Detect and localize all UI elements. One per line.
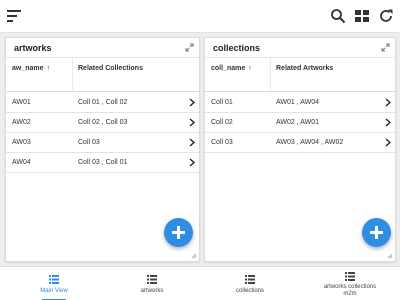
tab-label: artworks xyxy=(140,288,164,294)
resize-handle-icon[interactable] xyxy=(191,253,197,259)
aw-name-cell: AW03 xyxy=(12,139,31,146)
artworks-panel: artworks aw_name ↑ Related Collections AW… xyxy=(5,37,200,262)
resize-handle-icon[interactable] xyxy=(387,253,393,259)
column-divider xyxy=(72,58,73,92)
bottom-navigation: Main View artworks collections artworks … xyxy=(0,266,400,300)
plus-icon xyxy=(370,226,383,239)
tab-collections[interactable]: collections xyxy=(202,267,298,300)
sort-menu-icon[interactable] xyxy=(6,9,22,23)
table-header: coll_name ↑ Related Artworks xyxy=(205,58,395,92)
column-header-related-artworks[interactable]: Related Artworks xyxy=(276,65,333,72)
related-collections-cell: Coll 03 xyxy=(78,139,100,146)
list-icon xyxy=(147,275,157,284)
aw-name-cell: AW02 xyxy=(12,119,31,126)
related-collections-cell: Coll 01 , Coll 02 xyxy=(78,99,128,106)
panel-title: artworks xyxy=(14,43,52,53)
plus-icon xyxy=(172,226,185,239)
related-collections-cell: Coll 03 , Coll 01 xyxy=(78,159,128,166)
chevron-right-icon[interactable] xyxy=(189,158,195,167)
collections-panel: collections coll_name ↑ Related Artworks … xyxy=(204,37,396,262)
sort-ascending-icon: ↑ xyxy=(46,65,51,72)
add-artwork-button[interactable] xyxy=(164,218,193,247)
grid-view-icon[interactable] xyxy=(354,8,370,24)
coll-name-cell: Coll 03 xyxy=(211,139,233,146)
table-row[interactable]: Coll 02 AW02 , AW01 xyxy=(205,113,395,133)
chevron-right-icon[interactable] xyxy=(385,98,391,107)
tab-main-view[interactable]: Main View xyxy=(0,267,108,300)
table-header: aw_name ↑ Related Collections xyxy=(6,58,199,92)
chevron-right-icon[interactable] xyxy=(189,138,195,147)
table-row[interactable]: AW01 Coll 01 , Coll 02 xyxy=(6,93,199,113)
column-header-aw-name[interactable]: aw_name ↑ xyxy=(12,65,50,72)
related-artworks-cell: AW03 , AW04 , AW02 xyxy=(276,139,344,146)
chevron-right-icon[interactable] xyxy=(189,118,195,127)
top-toolbar xyxy=(0,0,400,33)
aw-name-cell: AW01 xyxy=(12,99,31,106)
search-icon[interactable] xyxy=(330,8,346,24)
refresh-icon[interactable] xyxy=(378,8,394,24)
artworks-table-body: AW01 Coll 01 , Coll 02 AW02 Coll 02 , Co… xyxy=(6,93,199,173)
tab-label: Main View xyxy=(40,288,68,294)
related-artworks-cell: AW02 , AW01 xyxy=(276,119,320,126)
column-header-coll-name[interactable]: coll_name ↑ xyxy=(211,65,252,72)
chevron-right-icon[interactable] xyxy=(385,138,391,147)
sort-ascending-icon: ↑ xyxy=(248,65,252,72)
panel-title: collections xyxy=(213,43,261,53)
tab-artworks[interactable]: artworks xyxy=(104,267,200,300)
list-icon xyxy=(345,272,355,281)
table-row[interactable]: AW04 Coll 03 , Coll 01 xyxy=(6,153,199,173)
chevron-right-icon[interactable] xyxy=(385,118,391,127)
coll-name-cell: Coll 01 xyxy=(211,99,233,106)
related-collections-cell: Coll 02 , Coll 03 xyxy=(78,119,128,126)
list-icon xyxy=(245,275,255,284)
chevron-right-icon[interactable] xyxy=(189,98,195,107)
tab-label: collections xyxy=(235,288,264,294)
column-header-related-collections[interactable]: Related Collections xyxy=(78,65,143,72)
table-row[interactable]: Coll 03 AW03 , AW04 , AW02 xyxy=(205,133,395,153)
table-row[interactable]: Coll 01 AW01 , AW04 xyxy=(205,93,395,113)
collections-table-body: Coll 01 AW01 , AW04 Coll 02 AW02 , AW01 … xyxy=(205,93,395,153)
tab-label: artworks collections m2m xyxy=(323,284,377,297)
list-icon xyxy=(49,275,59,284)
column-divider xyxy=(270,58,271,92)
expand-icon[interactable] xyxy=(185,43,194,52)
add-collection-button[interactable] xyxy=(362,218,391,247)
related-artworks-cell: AW01 , AW04 xyxy=(276,99,320,106)
tab-artworks-collections-m2m[interactable]: artworks collections m2m xyxy=(300,267,400,300)
table-row[interactable]: AW03 Coll 03 xyxy=(6,133,199,153)
aw-name-cell: AW04 xyxy=(12,159,31,166)
table-row[interactable]: AW02 Coll 02 , Coll 03 xyxy=(6,113,199,133)
coll-name-cell: Coll 02 xyxy=(211,119,233,126)
expand-icon[interactable] xyxy=(381,43,390,52)
